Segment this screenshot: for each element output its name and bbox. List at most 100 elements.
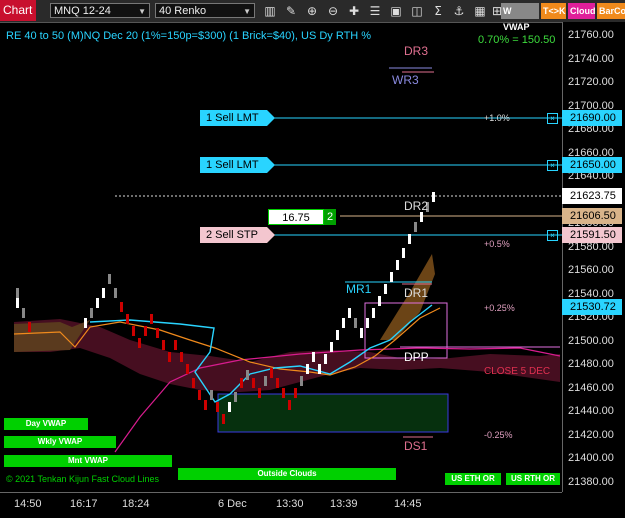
order-price-2: 21650.00 [562,157,622,173]
renko-brick [102,288,105,298]
anchor-icon[interactable]: ⚓ [451,3,467,19]
split-icon[interactable]: ◫ [409,3,425,19]
renko-brick [264,376,267,386]
barcolor-button[interactable]: BarCo [597,3,625,19]
pivot-close-5-dec: CLOSE 5 DEC [484,366,551,377]
w-vwap-button[interactable]: W VWAP [501,3,539,32]
renko-brick [306,364,309,374]
renko-brick [294,388,297,398]
renko-brick [330,342,333,352]
time-tick: 13:39 [330,498,358,510]
renko-brick [16,288,19,298]
chart-title: RE 40 to 50 (M)NQ Dec 20 (1%=150p=$300) … [6,30,372,42]
sell-limit-order-2[interactable]: 1 Sell LMT [200,157,275,173]
price-tick: 21760.00 [568,29,614,41]
bar-type-selector[interactable]: 40 Renko ▼ [155,3,255,18]
sell-limit-order-1[interactable]: 1 Sell LMT [200,110,275,126]
time-tick: 6 Dec [218,498,247,510]
renko-brick [90,308,93,318]
us-eth-or-button[interactable]: US ETH OR [445,473,501,485]
renko-brick [228,402,231,412]
renko-brick [222,414,225,424]
renko-brick [288,400,291,410]
renko-brick [126,314,129,324]
price-tick: 21480.00 [568,358,614,370]
sell-stop-order[interactable]: 2 Sell STP [200,227,275,243]
renko-brick [324,354,327,364]
pivot-dr3: DR3 [404,44,429,58]
sigma-icon[interactable]: Σ [430,3,446,19]
price-tick: 21440.00 [568,405,614,417]
price-tick: 21500.00 [568,334,614,347]
renko-brick [108,274,111,284]
renko-brick [384,284,387,294]
renko-brick [186,364,189,374]
price-tick: 21720.00 [568,76,614,88]
renko-brick [276,378,279,388]
price-tick: 21380.00 [568,475,614,488]
renko-brick [144,326,147,336]
instrument-selector[interactable]: MNQ 12-24 ▼ [50,3,150,18]
properties-icon[interactable]: ☰ [367,3,383,19]
zoom-in-icon[interactable]: ⊕ [304,3,320,19]
renko-brick [378,296,381,306]
cloud-button[interactable]: Cloud [568,3,596,19]
close-order-icon[interactable]: × [547,113,558,124]
bar-type-value: 40 Renko [159,5,207,17]
data-box-icon[interactable]: ▣ [388,3,404,19]
chevron-down-icon: ▼ [138,7,146,16]
day-vwap-button[interactable]: Day VWAP [4,418,88,430]
renko-brick [84,318,87,328]
toolbar: Chart MNQ 12-24 ▼ 40 Renko ▼ ▥ ✎ ⊕ ⊖ ✚ ☰… [0,0,625,32]
pivot-dr1: DR1 [404,286,429,300]
current-price-label: 21623.75 [562,188,622,204]
order-price-3: 21591.50 [562,227,622,243]
pivot-dpp: DPP [404,350,429,364]
renko-brick [270,368,273,378]
price-axis[interactable] [562,22,625,492]
tenkan-price-label: 21530.72 [562,299,622,315]
renko-brick [312,352,315,362]
time-tick: 16:17 [70,498,98,510]
time-tick: 13:30 [276,498,304,510]
renko-brick [162,340,165,350]
order-price-1: 21690.00 [562,110,622,126]
renko-brick [366,318,369,328]
renko-brick [204,400,207,410]
pct-label-minus025: -0.25% [484,430,513,440]
close-order-icon[interactable]: × [547,230,558,241]
close-order-icon[interactable]: × [547,160,558,171]
renko-brick [342,318,345,328]
price-tick: 21400.00 [568,452,614,464]
time-tick: 18:24 [122,498,150,510]
outside-clouds-button[interactable]: Outside Clouds [178,468,396,480]
mnt-vwap-button[interactable]: Mnt VWAP [4,455,172,467]
wkly-vwap-button[interactable]: Wkly VWAP [4,436,116,448]
bar-chart-icon[interactable]: ▥ [262,3,278,19]
renko-brick [420,212,423,222]
position-pnl[interactable]: 16.75 [268,209,324,225]
crosshair-icon[interactable]: ✚ [346,3,362,19]
renko-brick [396,260,399,270]
tk-button[interactable]: T<>K [541,3,566,19]
price-tick: 21420.00 [568,428,614,441]
column-icon[interactable]: ▦ [472,3,488,19]
renko-brick [216,402,219,412]
zoom-out-icon[interactable]: ⊖ [325,3,341,19]
renko-brick [114,288,117,298]
renko-brick [132,326,135,336]
time-tick: 14:45 [394,498,422,510]
renko-brick [180,352,183,362]
renko-brick [432,192,435,202]
chart-menu-button[interactable]: Chart [0,0,36,21]
position-qty[interactable]: 2 [324,209,336,225]
pencil-icon[interactable]: ✎ [283,3,299,19]
us-rth-or-button[interactable]: US RTH OR [506,473,560,485]
renko-brick [372,308,375,318]
renko-brick [138,338,141,348]
renko-brick [156,328,159,338]
renko-brick [360,328,363,338]
avg-price-label: 21606.50 [562,208,622,224]
renko-brick [28,322,31,332]
renko-brick [120,302,123,312]
